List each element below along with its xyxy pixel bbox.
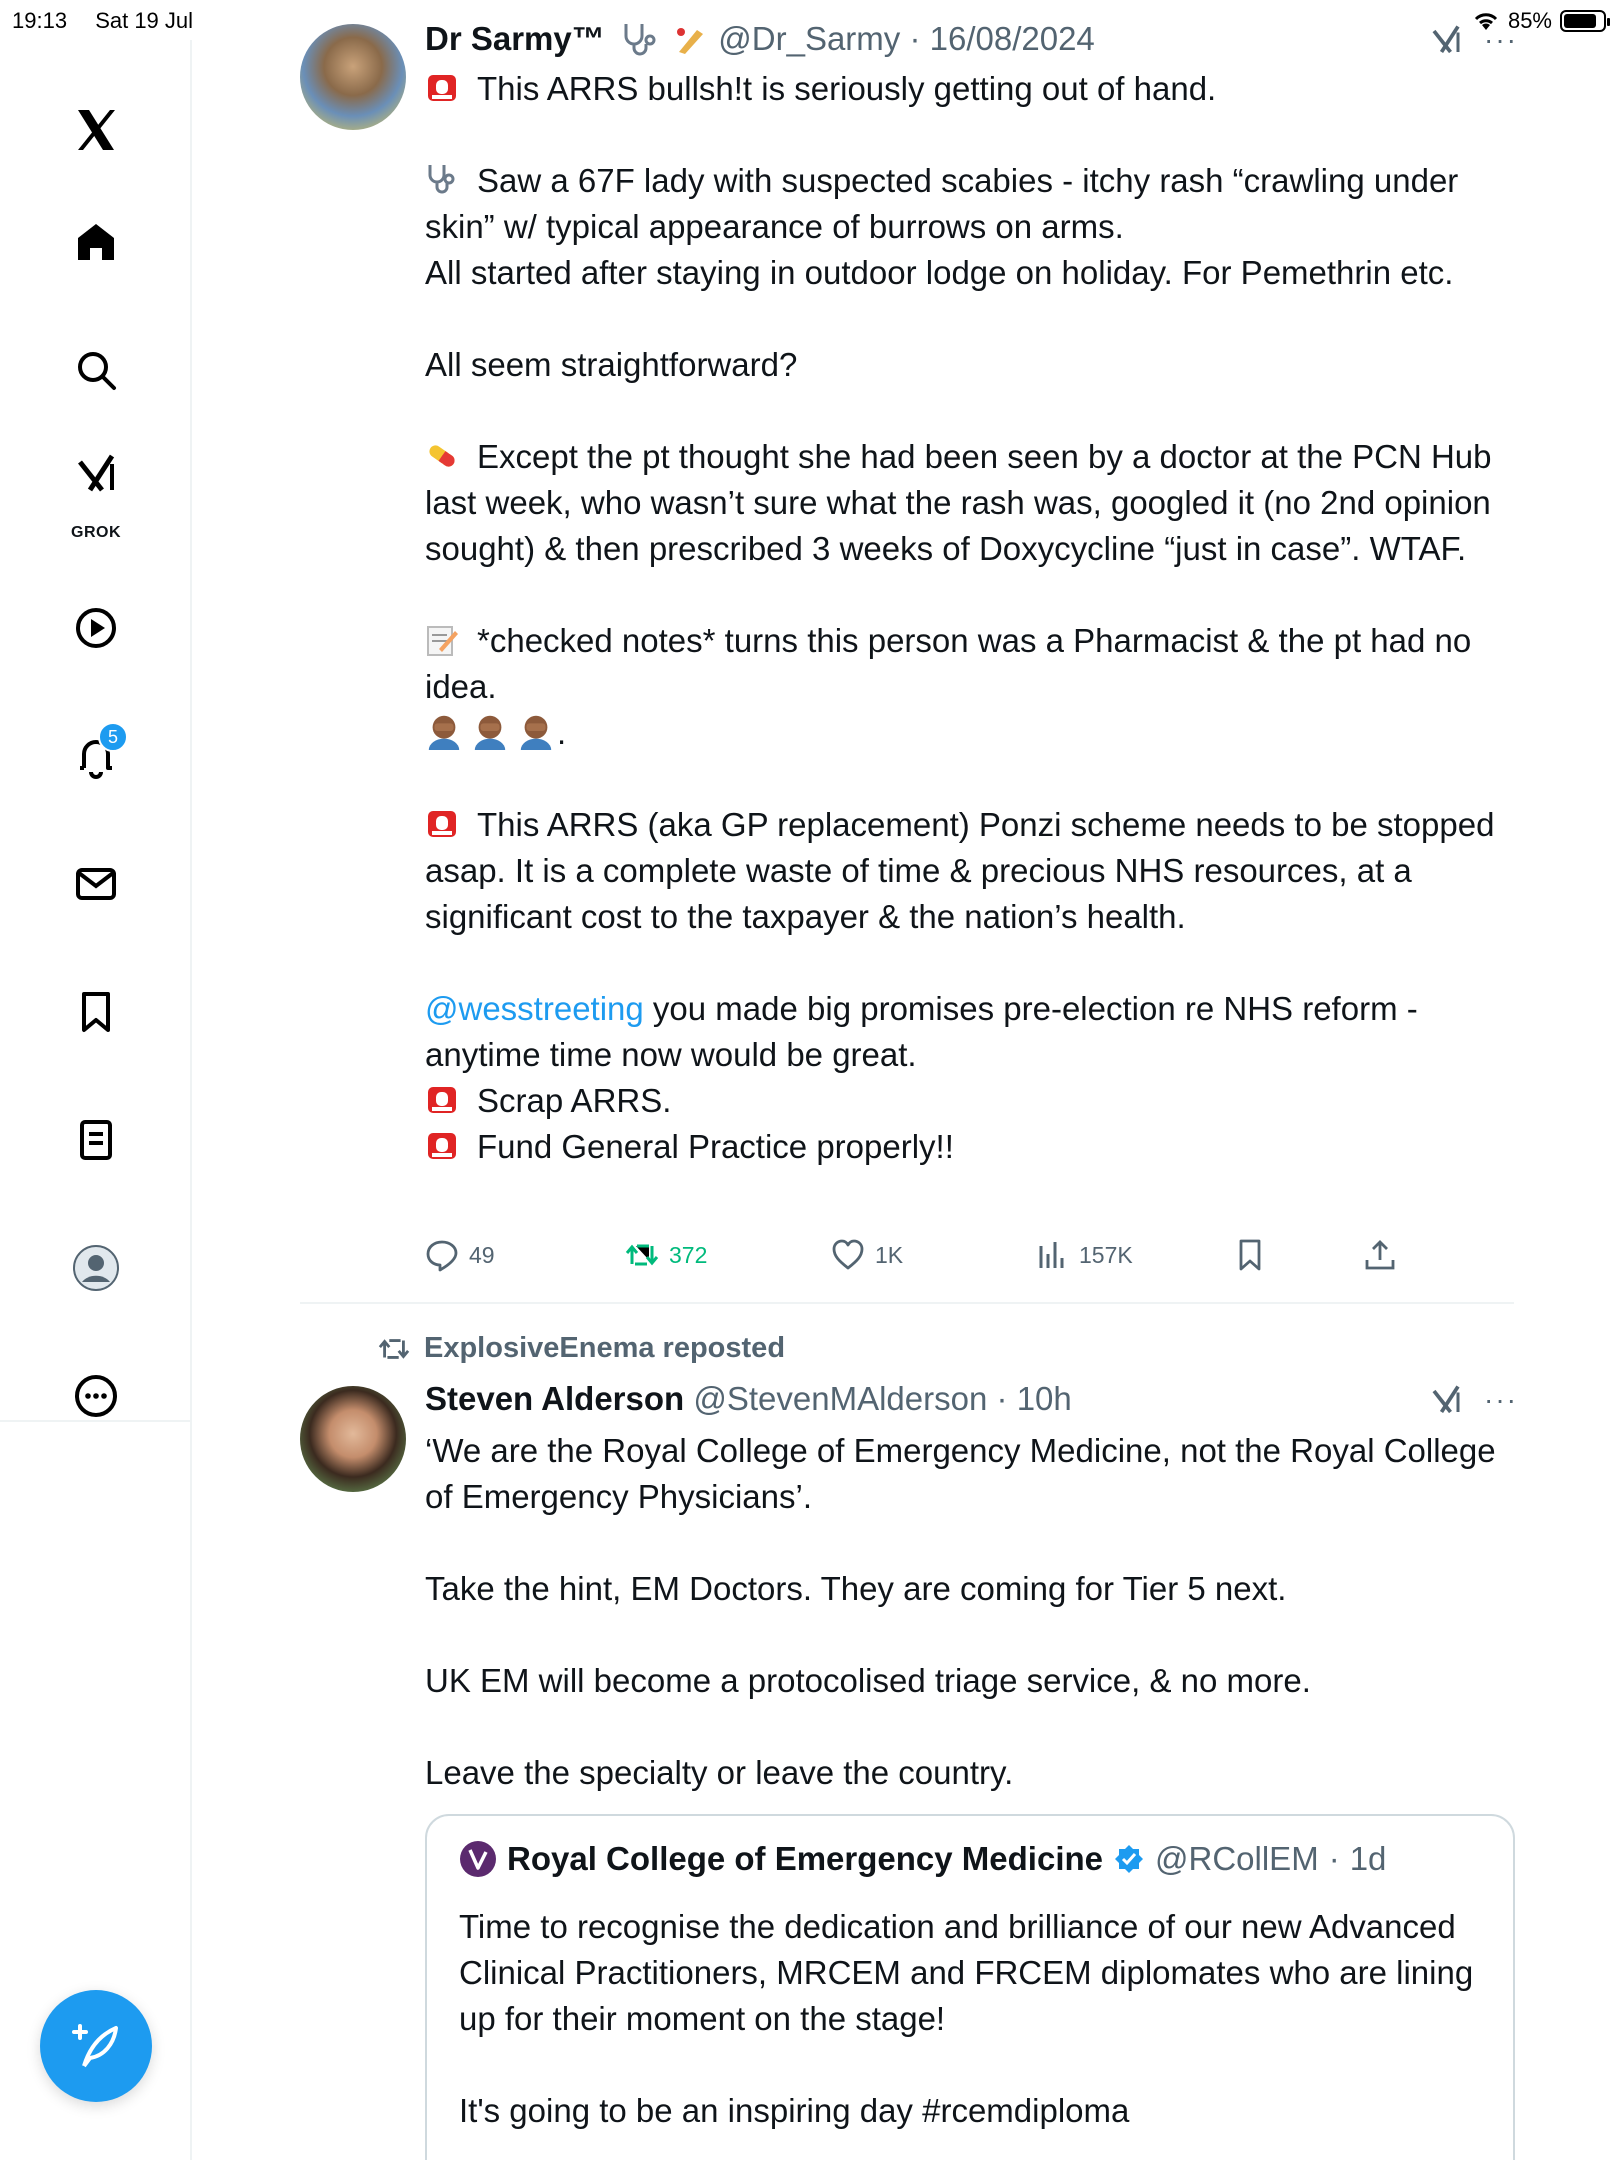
tweet-para-2b: All started after staying in outdoor lod… <box>425 254 1454 291</box>
views-chart-icon <box>1039 1242 1064 1268</box>
post-time[interactable]: 16/08/2024 <box>930 20 1095 57</box>
quote-author-name[interactable]: Royal College of Emergency Medicine <box>507 1836 1103 1882</box>
post-divider <box>300 1302 1514 1304</box>
compose-post-button[interactable] <box>40 1990 152 2102</box>
tweet-para-5: *checked notes* turns this person was a … <box>425 622 1472 705</box>
tweet-para-4: Except the pt thought she had been seen … <box>425 438 1492 567</box>
separator-dot: · <box>996 1380 1008 1417</box>
status-time: 19:13 <box>12 8 68 33</box>
tweet-line-1: This ARRS bullsh!t is seriously getting … <box>477 70 1217 107</box>
notifications-badge: 5 <box>98 722 128 752</box>
author-handle[interactable]: @StevenMAlderson <box>693 1380 987 1417</box>
quote-text: Time to recognise the dedication and bri… <box>459 1904 1479 2134</box>
facepalm-emoji-icon <box>520 715 552 750</box>
tweet-text: This ARRS bullsh!t is seriously getting … <box>425 66 1515 1170</box>
sidebar-divider <box>0 1420 192 1422</box>
sidebar-nav: GROK 5 <box>0 40 192 2160</box>
quote-header: Royal College of Emergency Medicine @RCo… <box>459 1836 1386 1882</box>
reposted-by-text: ExplosiveEnema reposted <box>424 1332 786 1364</box>
compose-feather-icon <box>72 2024 118 2068</box>
siren-emoji-icon <box>428 811 456 837</box>
heart-icon <box>832 1239 864 1270</box>
more-options-icon[interactable]: ··· <box>1484 1384 1518 1416</box>
lists-icon[interactable] <box>52 1096 140 1184</box>
messages-icon[interactable] <box>52 840 140 928</box>
separator-dot: · <box>1328 1840 1340 1877</box>
video-icon[interactable] <box>52 584 140 672</box>
facepalm-emoji-icon <box>428 715 460 750</box>
bookmark-icon <box>1239 1239 1261 1271</box>
tweet-para-9: Fund General Practice properly!! <box>477 1128 954 1165</box>
views-button[interactable]: 157K <box>1035 1232 1133 1278</box>
repost-indicator[interactable]: ExplosiveEnema reposted <box>378 1332 785 1365</box>
grok-icon[interactable] <box>1428 22 1464 58</box>
x-logo-icon[interactable] <box>52 86 140 174</box>
tweet-para-6: This ARRS (aka GP replacement) Ponzi sch… <box>425 806 1495 935</box>
tweet-para-8: Scrap ARRS. <box>477 1082 672 1119</box>
cricket-bat-emoji-icon <box>677 28 704 54</box>
avatar[interactable] <box>300 1386 406 1492</box>
profile-icon[interactable] <box>52 1224 140 1312</box>
mention-link[interactable]: @wesstreeting <box>425 990 644 1027</box>
quote-post-time: 1d <box>1349 1840 1387 1877</box>
post-time[interactable]: 10h <box>1017 1380 1072 1417</box>
reply-count: 49 <box>469 1241 495 1268</box>
tweet-actions-bar: 49 372 1K 157K <box>425 1232 1505 1278</box>
quote-author-handle[interactable]: @RCollEM <box>1155 1836 1319 1882</box>
author-name[interactable]: Dr Sarmy™ <box>425 20 605 57</box>
grok-icon[interactable]: GROK <box>52 440 140 550</box>
tweet-header: Steven Alderson @StevenMAlderson · 10h <box>425 1376 1072 1422</box>
tweet-para-2: Take the hint, EM Doctors. They are comi… <box>425 1570 1287 1607</box>
tweet-para-3: All seem straightforward? <box>425 346 798 383</box>
tweet-para-5-tail: . <box>557 714 567 751</box>
like-button[interactable]: 1K <box>831 1232 903 1278</box>
avatar[interactable] <box>300 24 406 130</box>
more-options-icon[interactable]: ··· <box>1484 24 1518 56</box>
author-handle[interactable]: @Dr_Sarmy <box>718 20 900 57</box>
tweet-corner-actions: ··· <box>1428 1382 1518 1418</box>
like-count: 1K <box>875 1241 904 1268</box>
reply-button[interactable]: 49 <box>425 1232 495 1278</box>
stethoscope-emoji-icon <box>624 24 656 56</box>
quoted-post-card[interactable]: Royal College of Emergency Medicine @RCo… <box>425 1814 1515 2160</box>
grok-label: GROK <box>71 524 121 541</box>
pill-emoji-icon <box>429 445 455 467</box>
bookmark-button[interactable] <box>1233 1232 1267 1278</box>
repost-button[interactable]: 372 <box>625 1232 707 1278</box>
author-name[interactable]: Steven Alderson <box>425 1380 684 1417</box>
separator-dot: · <box>909 20 921 57</box>
bookmarks-icon[interactable] <box>52 968 140 1056</box>
tweet-corner-actions: ··· <box>1428 22 1518 58</box>
grok-icon[interactable] <box>1428 1382 1464 1418</box>
tweet-para-3: UK EM will become a protocolised triage … <box>425 1662 1311 1699</box>
siren-emoji-icon <box>428 1133 456 1159</box>
memo-emoji-icon <box>427 626 458 656</box>
share-button[interactable] <box>1363 1232 1397 1278</box>
tweet-para-2a: Saw a 67F lady with suspected scabies - … <box>425 162 1459 245</box>
views-count: 157K <box>1079 1241 1133 1268</box>
more-options-icon[interactable] <box>52 1352 140 1440</box>
quote-para-2: It's going to be an inspiring day #rcemd… <box>459 2092 1130 2129</box>
search-icon[interactable] <box>52 326 140 414</box>
share-icon <box>1365 1240 1395 1270</box>
siren-emoji-icon <box>428 75 456 101</box>
repost-icon <box>378 1338 410 1359</box>
repost-count: 372 <box>669 1241 708 1268</box>
siren-emoji-icon <box>428 1087 456 1113</box>
quote-para-1: Time to recognise the dedication and bri… <box>459 1908 1474 2037</box>
rcem-logo-icon <box>460 1841 496 1877</box>
tweet-text: ‘We are the Royal College of Emergency M… <box>425 1428 1515 1796</box>
reply-icon <box>426 1240 458 1272</box>
tweet-para-4: Leave the specialty or leave the country… <box>425 1754 1014 1791</box>
verified-badge-icon <box>1115 1845 1143 1873</box>
repost-icon <box>625 1244 659 1266</box>
tweet-para-1: ‘We are the Royal College of Emergency M… <box>425 1432 1496 1515</box>
home-icon[interactable] <box>52 198 140 286</box>
stethoscope-emoji-icon <box>428 165 455 194</box>
battery-icon <box>1560 10 1610 32</box>
status-date: Sat 19 Jul <box>95 8 194 33</box>
facepalm-emoji-icon <box>474 715 506 750</box>
notifications-icon[interactable]: 5 <box>52 712 140 800</box>
tweet-header: Dr Sarmy™ @Dr_Sarmy · 16/08/2024 <box>425 16 1095 62</box>
